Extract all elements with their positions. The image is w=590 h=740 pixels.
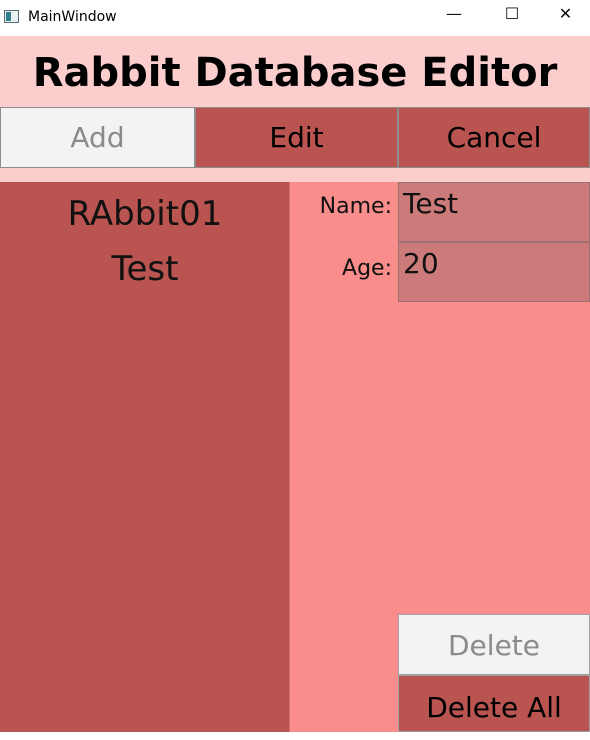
add-button[interactable]: Add (0, 107, 195, 168)
maximize-icon: ☐ (504, 4, 520, 23)
edit-button[interactable]: Edit (195, 107, 398, 168)
window-title: MainWindow (28, 9, 117, 25)
age-field[interactable]: 20 (398, 242, 590, 302)
delete-all-button[interactable]: Delete All (398, 675, 590, 732)
separator-strip (0, 168, 590, 182)
close-button[interactable]: ✕ (541, 0, 590, 36)
name-field[interactable]: Test (398, 182, 590, 242)
maximize-button[interactable]: ☐ (483, 0, 541, 36)
cancel-button[interactable]: Cancel (398, 107, 590, 168)
title-bar: MainWindow — ☐ ✕ (0, 0, 590, 36)
app-header: Rabbit Database Editor (0, 36, 590, 108)
minimize-icon: — (446, 4, 462, 23)
list-item[interactable]: RAbbit01 (0, 194, 290, 234)
close-icon: ✕ (558, 4, 573, 23)
delete-button[interactable]: Delete (398, 614, 590, 675)
name-label: Name: (319, 194, 392, 219)
minimize-button[interactable]: — (425, 0, 483, 36)
rabbit-list[interactable]: RAbbit01 Test (0, 182, 290, 732)
list-item[interactable]: Test (0, 249, 290, 289)
age-label: Age: (342, 256, 392, 281)
page-title: Rabbit Database Editor (32, 50, 558, 96)
app-icon (4, 10, 19, 23)
